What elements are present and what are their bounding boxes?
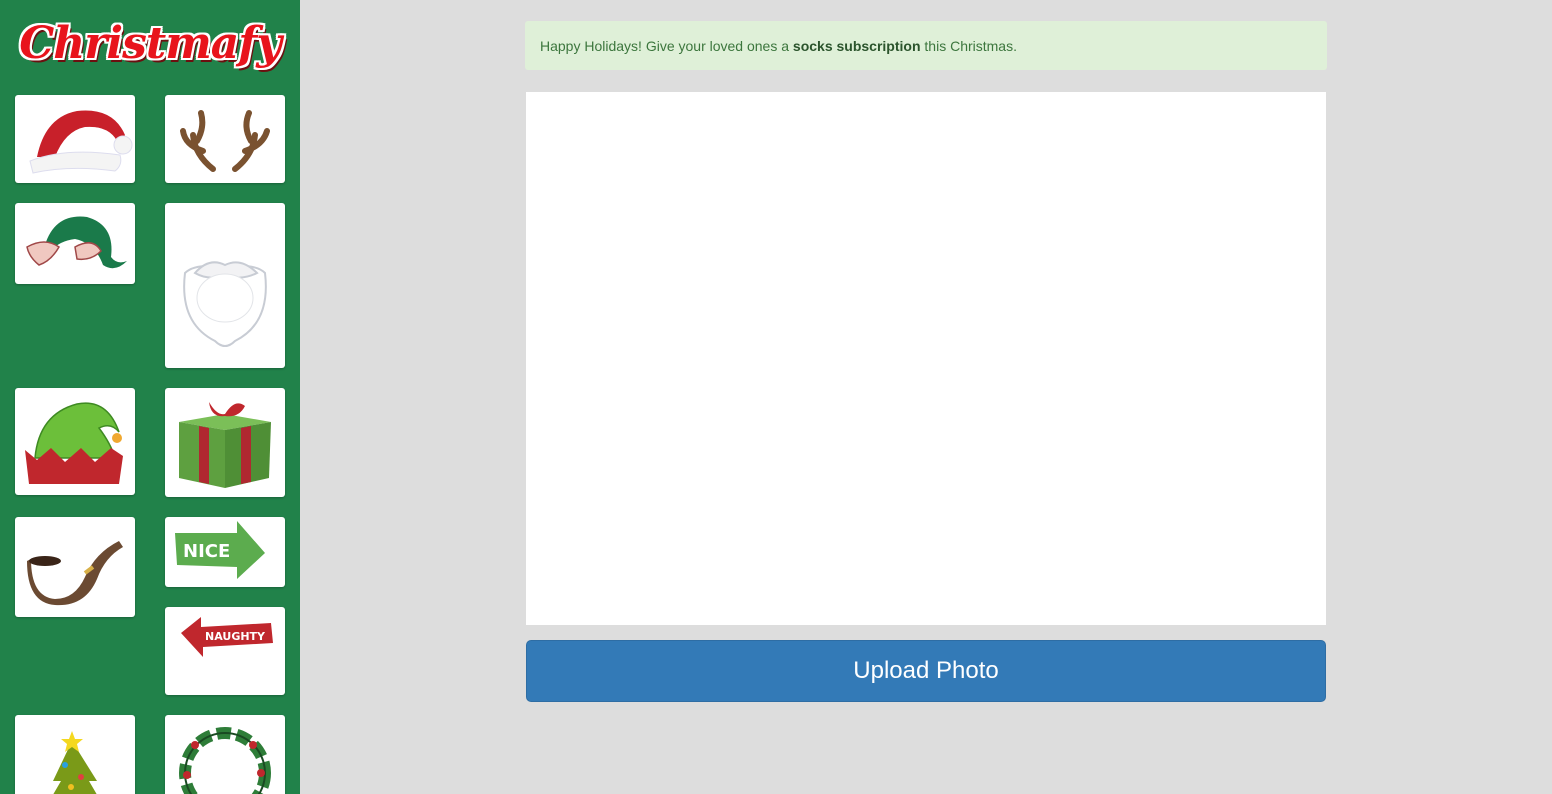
upload-photo-button[interactable]: Upload Photo: [526, 640, 1326, 702]
santa-beard-icon: [183, 261, 267, 347]
elf-hat-icon: [25, 402, 123, 484]
sticker-elf-hat[interactable]: [15, 388, 135, 495]
sticker-christmas-tree[interactable]: [15, 715, 135, 794]
svg-text:NICE: NICE: [183, 541, 230, 562]
app-logo: Christmafy: [19, 18, 282, 69]
notice-prefix: Happy Holidays! Give your loved ones a: [540, 38, 793, 54]
sticker-sidebar: Christmafy NICE NAUGHTY: [0, 0, 300, 794]
sticker-reindeer-antlers[interactable]: [165, 95, 285, 183]
elf-ears-hat-icon: [26, 216, 127, 269]
photo-canvas[interactable]: [526, 92, 1326, 625]
wreath-icon: [179, 727, 271, 794]
promo-notice: Happy Holidays! Give your loved ones a s…: [525, 21, 1327, 70]
sticker-elf-ears[interactable]: [15, 203, 135, 284]
gift-box-icon: [179, 402, 271, 488]
sticker-gift-box[interactable]: [165, 388, 285, 497]
christmas-tree-icon: [53, 731, 97, 794]
sticker-santa-hat[interactable]: [15, 95, 135, 183]
reindeer-antlers-icon: [180, 110, 270, 172]
pipe-icon: [27, 541, 123, 606]
naughty-sign-icon: NAUGHTY: [181, 617, 273, 657]
nice-sign-icon: NICE: [175, 521, 265, 579]
notice-suffix: this Christmas.: [920, 38, 1017, 54]
sticker-wreath[interactable]: [165, 715, 285, 794]
svg-text:NAUGHTY: NAUGHTY: [205, 630, 266, 643]
sticker-naughty-sign[interactable]: NAUGHTY: [165, 607, 285, 695]
sticker-pipe[interactable]: [15, 517, 135, 617]
sticker-santa-beard[interactable]: [165, 203, 285, 368]
sticker-nice-sign[interactable]: NICE: [165, 517, 285, 587]
notice-link[interactable]: socks subscription: [793, 38, 921, 54]
santa-hat-icon: [29, 110, 133, 174]
